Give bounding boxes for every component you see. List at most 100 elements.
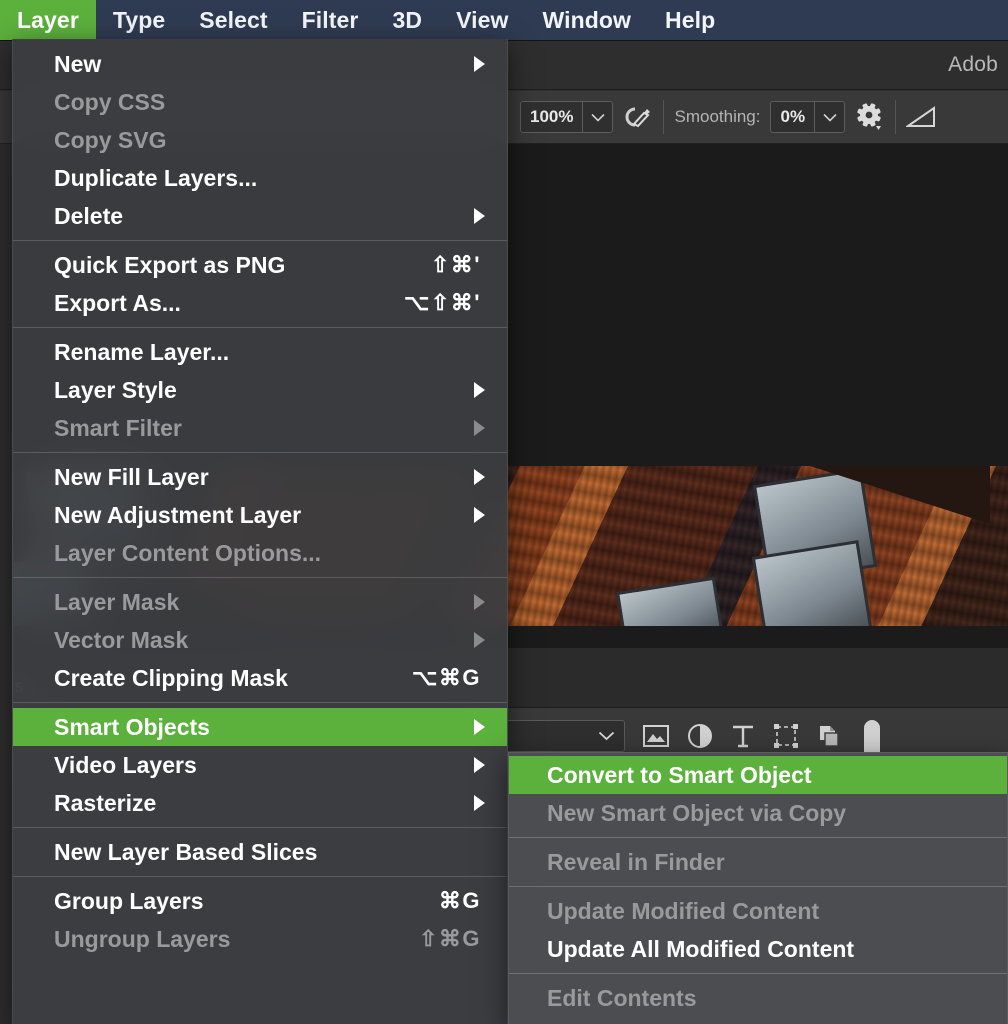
adjustment-layer-icon[interactable]	[687, 723, 713, 749]
menu-item-label: New Fill Layer	[54, 464, 474, 491]
airbrush-icon[interactable]	[623, 103, 653, 131]
menu-item-layer-style[interactable]: Layer Style	[13, 371, 507, 409]
menu-item-label: Smart Filter	[54, 415, 474, 442]
menu-item-export-as[interactable]: Export As...⌥⇧⌘'	[13, 284, 507, 322]
menu-separator	[13, 702, 507, 703]
photo-window	[752, 540, 873, 626]
menu-item-delete[interactable]: Delete	[13, 197, 507, 235]
menu-separator	[13, 827, 507, 828]
gear-icon[interactable]	[855, 102, 885, 132]
menu-item-shortcut: ⌥⇧⌘'	[404, 290, 485, 316]
menu-item-duplicate-layers[interactable]: Duplicate Layers...	[13, 159, 507, 197]
smoothing-value: 0%	[771, 102, 814, 132]
smart-object-icon[interactable]	[817, 724, 843, 748]
submenu-arrow-icon	[474, 507, 485, 523]
window-title: Adob	[948, 53, 998, 77]
smoothing-combo[interactable]: 0%	[770, 101, 845, 133]
menu-item-label: Create Clipping Mask	[54, 665, 412, 692]
submenu-item-update-modified-content: Update Modified Content	[509, 892, 1007, 930]
menu-item-create-clipping-mask[interactable]: Create Clipping Mask⌥⌘G	[13, 659, 507, 697]
smoothing-label: Smoothing:	[674, 107, 760, 127]
menu-item-quick-export-as-png[interactable]: Quick Export as PNG⇧⌘'	[13, 246, 507, 284]
menu-item-shortcut: ⇧⌘'	[431, 252, 485, 278]
menu-item-label: Copy CSS	[54, 89, 485, 116]
submenu-item-update-all-modified-content[interactable]: Update All Modified Content	[509, 930, 1007, 968]
menu-item-label: Video Layers	[54, 752, 474, 779]
submenu-arrow-icon	[474, 420, 485, 436]
menu-item-label: Layer Style	[54, 377, 474, 404]
menu-item-new-adjustment-layer[interactable]: New Adjustment Layer	[13, 496, 507, 534]
menu-separator	[509, 837, 1007, 838]
menu-item-rename-layer[interactable]: Rename Layer...	[13, 333, 507, 371]
menu-item-shortcut: ⌥⌘G	[412, 665, 485, 691]
menu-separator	[13, 876, 507, 877]
submenu-arrow-icon	[474, 719, 485, 735]
menu-item-ungroup-layers: Ungroup Layers⇧⌘G	[13, 920, 507, 958]
submenu-arrow-icon	[474, 632, 485, 648]
menu-bar: Layer Type Select Filter 3D View Window …	[0, 0, 1008, 40]
chevron-down-icon[interactable]	[598, 726, 615, 746]
image-thumbnail-icon[interactable]	[643, 725, 669, 747]
menu-item-label: Rasterize	[54, 790, 474, 817]
menu-item-smart-objects[interactable]: Smart Objects	[13, 708, 507, 746]
menu-item-label: Edit Contents	[547, 985, 985, 1012]
menu-item-copy-svg: Copy SVG	[13, 121, 507, 159]
menu-item-label: Vector Mask	[54, 627, 474, 654]
toolbar-divider	[663, 100, 664, 134]
menu-separator	[13, 577, 507, 578]
menu-item-new[interactable]: New	[13, 45, 507, 83]
menu-item-layer-mask: Layer Mask	[13, 583, 507, 621]
menu-item-vector-mask: Vector Mask	[13, 621, 507, 659]
submenu-item-reveal-in-finder: Reveal in Finder	[509, 843, 1007, 881]
menubar-item-help[interactable]: Help	[648, 0, 732, 40]
menu-item-copy-css: Copy CSS	[13, 83, 507, 121]
submenu-arrow-icon	[474, 382, 485, 398]
menu-item-label: Copy SVG	[54, 127, 485, 154]
screen: Adob 100% Smoothing: 0%	[0, 0, 1008, 1024]
menu-item-label: Reveal in Finder	[547, 849, 985, 876]
menu-separator	[13, 327, 507, 328]
menu-item-label: Quick Export as PNG	[54, 252, 431, 279]
menubar-item-filter[interactable]: Filter	[285, 0, 376, 40]
pixel-layer-icon[interactable]	[861, 719, 883, 753]
submenu-arrow-icon	[474, 795, 485, 811]
menu-item-label: Group Layers	[54, 888, 439, 915]
submenu-arrow-icon	[474, 208, 485, 224]
menu-item-shortcut: ⇧⌘G	[419, 926, 485, 952]
menu-item-label: Duplicate Layers...	[54, 165, 485, 192]
pressure-size-icon[interactable]	[906, 104, 938, 130]
shape-layer-icon[interactable]	[773, 724, 799, 748]
menubar-item-window[interactable]: Window	[525, 0, 648, 40]
menubar-item-type[interactable]: Type	[96, 0, 182, 40]
menu-item-label: Ungroup Layers	[54, 926, 419, 953]
toolbar-divider	[895, 100, 896, 134]
menubar-item-view[interactable]: View	[439, 0, 525, 40]
menu-item-rasterize[interactable]: Rasterize	[13, 784, 507, 822]
chevron-down-icon[interactable]	[582, 102, 612, 132]
menubar-item-layer[interactable]: Layer	[0, 0, 96, 40]
submenu-item-edit-contents: Edit Contents	[509, 979, 1007, 1017]
menu-item-label: Convert to Smart Object	[547, 762, 985, 789]
submenu-arrow-icon	[474, 469, 485, 485]
menu-item-layer-content-options: Layer Content Options...	[13, 534, 507, 572]
submenu-item-new-smart-object-via-copy: New Smart Object via Copy	[509, 794, 1007, 832]
menu-item-new-fill-layer[interactable]: New Fill Layer	[13, 458, 507, 496]
menubar-item-select[interactable]: Select	[182, 0, 284, 40]
submenu-arrow-icon	[474, 56, 485, 72]
type-layer-icon[interactable]	[731, 724, 755, 748]
menu-item-label: Layer Mask	[54, 589, 474, 616]
menubar-item-3d[interactable]: 3D	[375, 0, 439, 40]
menu-item-label: Update All Modified Content	[547, 936, 985, 963]
menu-item-new-layer-based-slices[interactable]: New Layer Based Slices	[13, 833, 507, 871]
submenu-arrow-icon	[474, 594, 485, 610]
menu-separator	[509, 973, 1007, 974]
submenu-item-convert-to-smart-object[interactable]: Convert to Smart Object	[509, 756, 1007, 794]
menu-item-label: New Smart Object via Copy	[547, 800, 985, 827]
chevron-down-icon[interactable]	[814, 102, 844, 132]
opacity-combo[interactable]: 100%	[520, 101, 613, 133]
smart-objects-submenu: Convert to Smart Object New Smart Object …	[508, 752, 1008, 1024]
menu-item-group-layers[interactable]: Group Layers⌘G	[13, 882, 507, 920]
menu-item-shortcut: ⌘G	[439, 888, 485, 914]
submenu-arrow-icon	[474, 757, 485, 773]
menu-item-video-layers[interactable]: Video Layers	[13, 746, 507, 784]
